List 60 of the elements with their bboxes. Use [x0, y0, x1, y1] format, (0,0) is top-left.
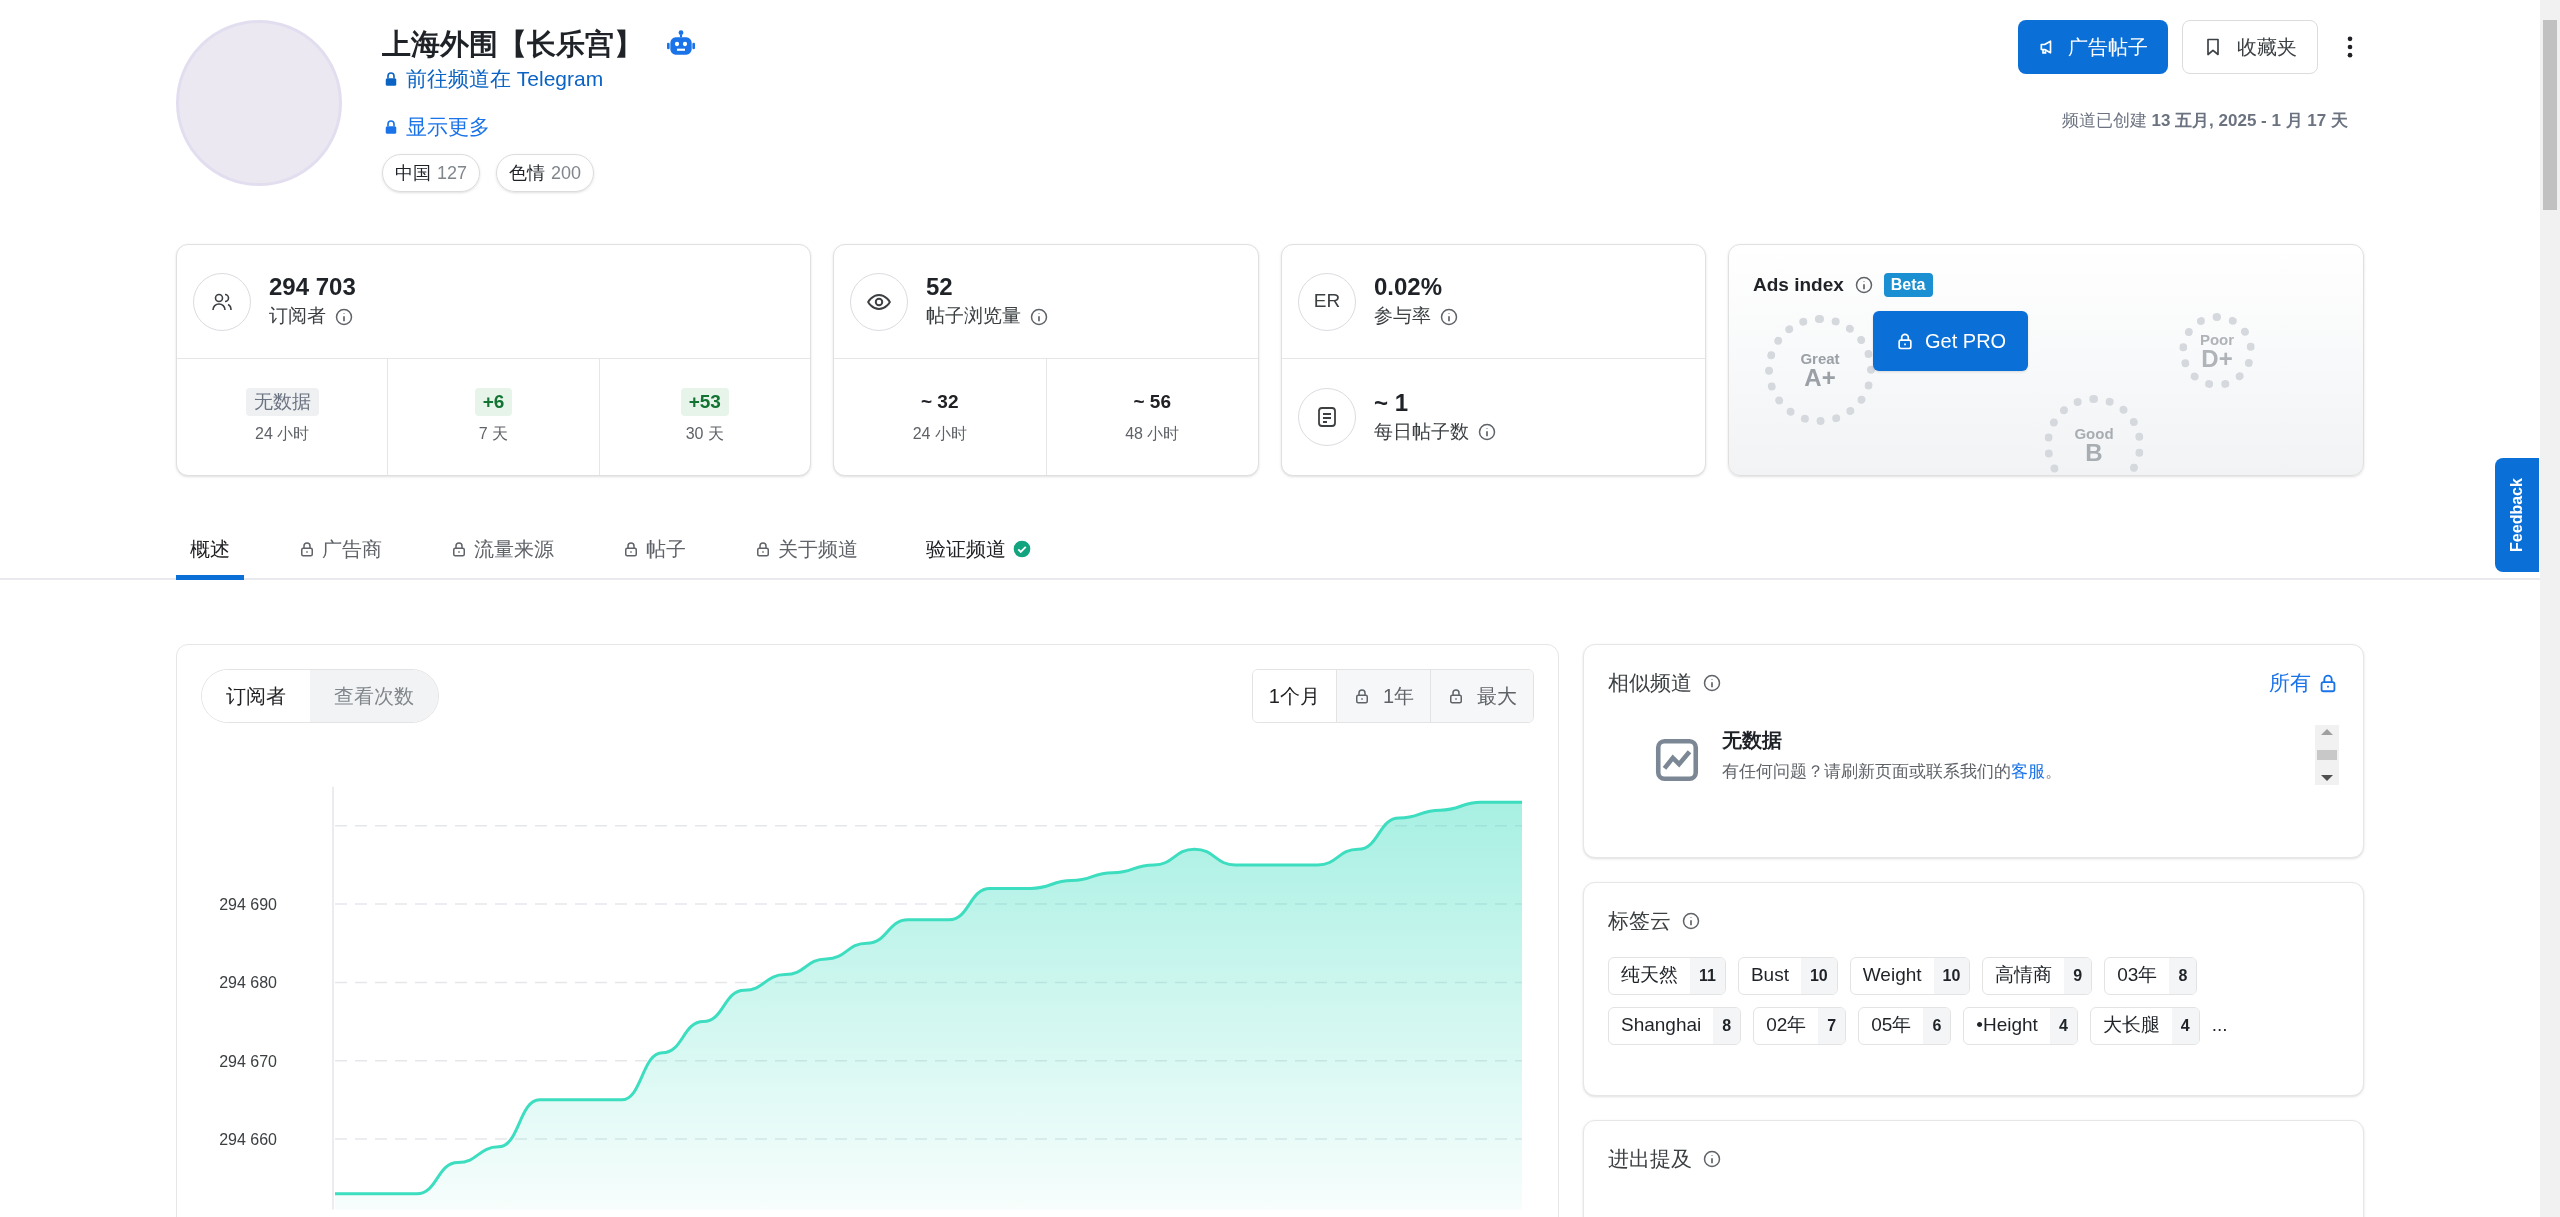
get-pro-button[interactable]: Get PRO — [1873, 311, 2029, 371]
tab[interactable]: 概述 — [176, 522, 244, 580]
all-link[interactable]: 所有 — [2269, 667, 2339, 699]
stat-value: 52 — [926, 272, 954, 303]
tag-chip[interactable]: 03年 8 — [2104, 956, 2198, 995]
grade-dial: Good B — [2044, 395, 2144, 475]
tab[interactable]: 帖子 — [608, 522, 700, 580]
ad-posts-button[interactable]: 广告帖子 — [2018, 20, 2168, 74]
period-label: 7 天 — [478, 424, 509, 444]
period-value: +6 — [474, 388, 513, 416]
empty-title: 无数据 — [1722, 727, 1783, 753]
period-value: +53 — [680, 388, 729, 416]
feedback-tab[interactable]: Feedback — [2495, 458, 2539, 572]
more-indicator: ... — [2211, 1013, 2228, 1038]
panel-title: 标签云 — [1608, 908, 1671, 934]
period-label: 48 小时 — [1125, 424, 1180, 444]
y-axis-label: 294 670 — [219, 1052, 277, 1070]
tag-chip[interactable]: Shanghai 8 — [1608, 1006, 1742, 1045]
channel-title: 上海外围【长乐宫】 — [382, 27, 643, 62]
created-date: 频道已创建 13 五月, 2025 - 1 月 17 天 — [2061, 110, 2348, 132]
y-axis-label: 294 680 — [219, 974, 277, 992]
grade-dial: Poor D+ — [2179, 313, 2255, 389]
stat-value: ~ 1 — [1374, 387, 1410, 418]
tag-chip[interactable]: 纯天然 11 — [1608, 956, 1726, 995]
tag-chip[interactable]: 高情商 9 — [1982, 956, 2093, 995]
range-option[interactable]: 1年 — [1335, 670, 1430, 722]
telegram-link[interactable]: 前往频道在 Telegram — [382, 64, 697, 94]
period-label: 24 小时 — [255, 424, 310, 444]
period-label: 24 小时 — [912, 424, 967, 444]
period-value: 无数据 — [245, 388, 319, 416]
stat-value: 0.02% — [1374, 272, 1444, 303]
tab[interactable]: 关于频道 — [740, 522, 872, 580]
show-more-link[interactable]: 显示更多 — [382, 112, 697, 142]
tag-chip[interactable]: •Height 4 — [1963, 1006, 2078, 1045]
tab[interactable]: 广告商 — [284, 522, 396, 580]
y-axis-label: 294 660 — [219, 1131, 277, 1148]
favorites-button[interactable]: 收藏夹 — [2182, 20, 2318, 74]
tag-chip[interactable]: 02年 7 — [1753, 1006, 1847, 1045]
y-axis-label: 294 690 — [219, 896, 277, 914]
empty-message: 有任何问题？请刷新页面或联系我们的客服。 — [1722, 760, 2062, 783]
tag-chip[interactable]: 大长腿 4 — [2089, 1006, 2200, 1045]
tab[interactable]: 流量来源 — [436, 522, 568, 580]
stat-label: 订阅者 — [269, 304, 326, 329]
stat-label: 帖子浏览量 — [926, 304, 1021, 329]
beta-badge: Beta — [1883, 273, 1933, 298]
stat-label: 参与率 — [1374, 304, 1431, 329]
tag-chip[interactable]: 05年 6 — [1858, 1006, 1952, 1045]
panel-title: 相似频道 — [1608, 670, 1692, 696]
tag-chip[interactable]: Weight 10 — [1849, 956, 1971, 995]
stat-value: 294 703 — [269, 272, 356, 303]
period-value: ~ 56 — [1132, 390, 1172, 414]
period-label: 30 天 — [685, 424, 724, 444]
card-title: Ads index — [1753, 273, 1844, 297]
stat-label: 每日帖子数 — [1374, 419, 1469, 444]
panel-title: 进出提及 — [1608, 1146, 1692, 1172]
tab[interactable]: 验证频道 — [912, 522, 1046, 580]
range-option[interactable]: 最大 — [1430, 670, 1533, 722]
tag-chip[interactable]: Bust 10 — [1737, 956, 1838, 995]
support-link[interactable]: 客服 — [2011, 761, 2045, 781]
period-value: ~ 32 — [920, 390, 960, 414]
